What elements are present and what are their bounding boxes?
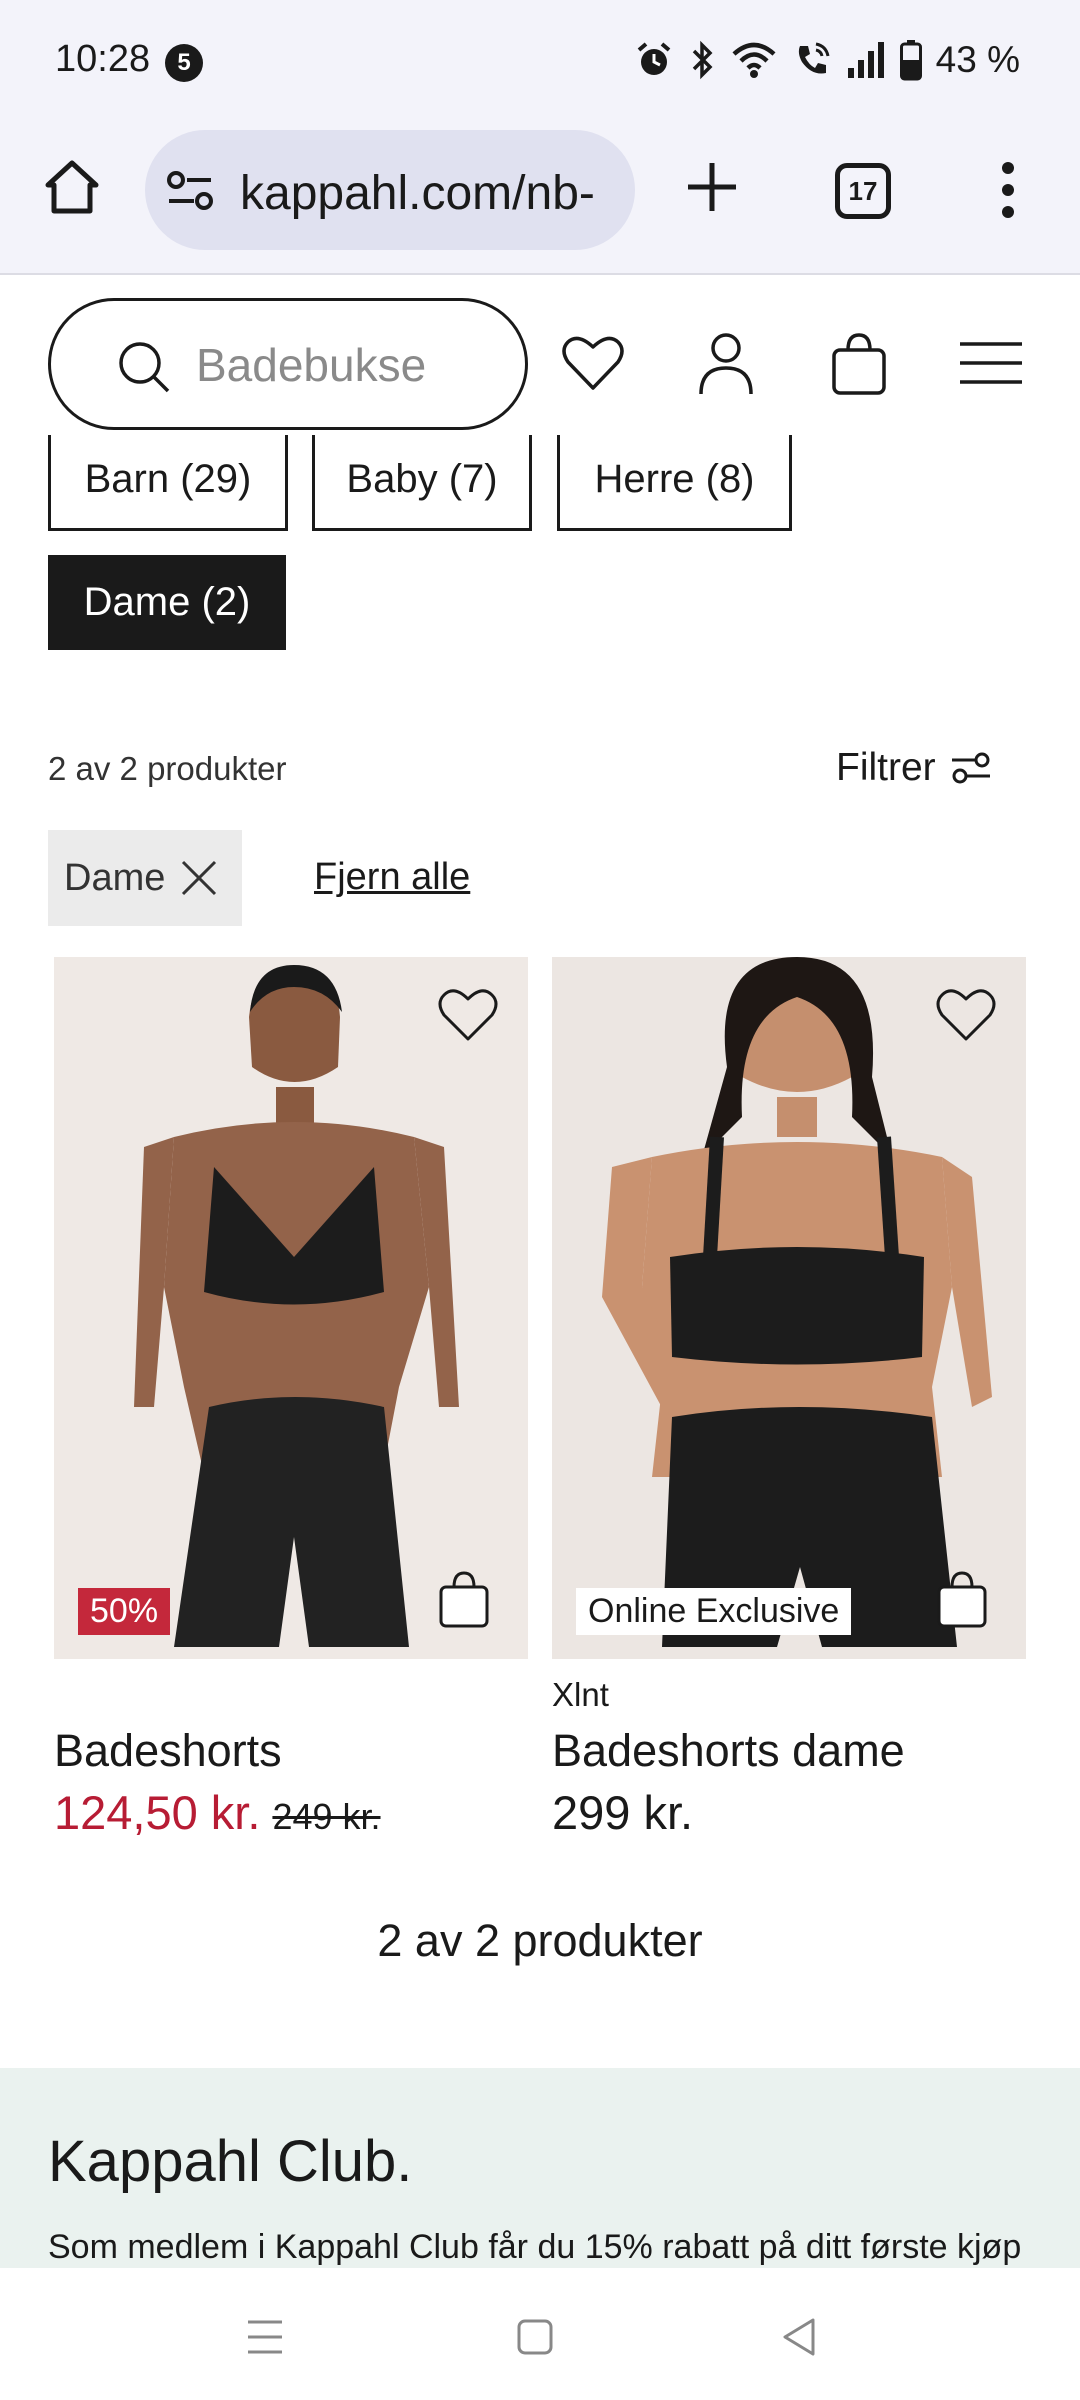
- battery-percentage: 43 %: [935, 39, 1020, 80]
- wifi-call-icon: [798, 42, 830, 74]
- system-navigation-bar: [0, 2268, 1080, 2400]
- add-to-bag-icon[interactable]: [438, 1569, 490, 1629]
- search-icon: [119, 342, 170, 393]
- wishlist-heart-icon[interactable]: [560, 330, 626, 396]
- product-count-bottom: 2 av 2 produkter: [377, 1915, 703, 1966]
- product-name[interactable]: Badeshorts dame: [552, 1725, 905, 1777]
- search-input[interactable]: [196, 331, 496, 399]
- product-image[interactable]: Online Exclusive: [552, 957, 1026, 1659]
- favorite-heart-icon[interactable]: [436, 985, 500, 1043]
- browser-toolbar: kappahl.com/nb- 17: [0, 125, 1080, 275]
- status-bar: 10:28 5 43 %: [0, 0, 1080, 125]
- back-icon[interactable]: [775, 2312, 825, 2362]
- wifi-icon: [732, 42, 776, 78]
- signal-icon: [847, 42, 884, 78]
- remove-filter-icon[interactable]: [179, 858, 219, 898]
- product-name[interactable]: Badeshorts: [54, 1725, 282, 1777]
- filter-sliders-icon: [951, 752, 990, 784]
- category-chip-baby[interactable]: Baby (7): [312, 435, 532, 531]
- shopping-bag-icon[interactable]: [826, 330, 892, 396]
- alarm-icon: [637, 42, 670, 75]
- status-icons: 43 %: [634, 38, 1020, 82]
- club-title: Kappahl Club.: [48, 2129, 413, 2194]
- product-image[interactable]: 50%: [54, 957, 528, 1659]
- online-exclusive-badge: Online Exclusive: [576, 1588, 852, 1635]
- new-tab-icon[interactable]: [680, 155, 744, 219]
- account-icon[interactable]: [693, 330, 759, 396]
- product-photo-badeshorts-dame: [552, 957, 1026, 1659]
- original-price: 249 kr.: [272, 1796, 381, 1837]
- club-description: Som medlem i Kappahl Club får du 15% rab…: [48, 2228, 1022, 2266]
- tab-switcher-button[interactable]: 17: [835, 163, 891, 219]
- hamburger-menu-icon[interactable]: [958, 330, 1024, 396]
- product-price: 124,50 kr. 249 kr.: [54, 1785, 381, 1840]
- home-icon[interactable]: [40, 155, 104, 219]
- add-to-bag-icon[interactable]: [936, 1569, 988, 1629]
- home-nav-icon[interactable]: [510, 2312, 560, 2362]
- recent-apps-icon[interactable]: [240, 2312, 290, 2362]
- address-bar[interactable]: kappahl.com/nb-: [145, 130, 635, 250]
- filter-button[interactable]: Filtrer: [836, 746, 992, 790]
- product-photo-badeshorts: [54, 957, 528, 1659]
- status-time: 10:28: [55, 38, 151, 80]
- product-count: 2 av 2 produkter: [48, 750, 287, 787]
- site-settings-icon[interactable]: [167, 170, 213, 212]
- url-text[interactable]: kappahl.com/nb-: [240, 166, 620, 221]
- active-filter-tag[interactable]: Dame: [48, 830, 242, 926]
- sale-badge: 50%: [78, 1588, 171, 1635]
- clear-all-filters-link[interactable]: Fjern alle: [314, 856, 470, 899]
- product-brand: Xlnt: [552, 1676, 609, 1713]
- product-price: 299 kr.: [552, 1786, 694, 1839]
- filter-label: Filtrer: [836, 746, 936, 789]
- category-chip-herre[interactable]: Herre (8): [557, 435, 792, 531]
- active-filter-label: Dame: [64, 856, 166, 899]
- sale-price: 124,50 kr.: [54, 1786, 261, 1839]
- notification-count-badge: 5: [165, 44, 203, 82]
- bluetooth-icon: [692, 40, 713, 80]
- category-chip-barn[interactable]: Barn (29): [48, 435, 288, 531]
- more-options-icon[interactable]: [986, 160, 1030, 220]
- battery-icon: [899, 40, 922, 81]
- favorite-heart-icon[interactable]: [934, 985, 998, 1043]
- category-chip-dame[interactable]: Dame (2): [48, 555, 286, 650]
- search-box[interactable]: [48, 298, 528, 430]
